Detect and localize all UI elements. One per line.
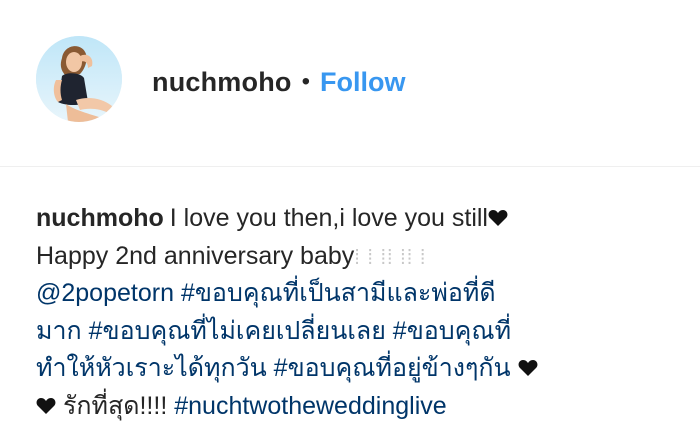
caption-text-1: I love you then,i love you still [169,204,488,232]
mention-link[interactable]: @2popetorn [36,279,174,307]
follow-button[interactable]: Follow [320,67,405,98]
heart-icon [488,210,508,226]
separator-dot: • [301,68,310,95]
caption-username[interactable]: nuchmoho [36,204,164,232]
caption-line-5: ทำให้หัวเราะได้ทุกวัน #ขอบคุณที่อยู่ข้าง… [36,350,676,388]
hashtag-link[interactable]: #ขอบคุณที่เป็นสามีและพ่อที่ดี [181,279,496,307]
hashtag-link[interactable]: #nuchtwotheweddinglive [174,392,446,420]
caption-line-6: รักที่สุด!!!! #nuchtwotheweddinglive [36,388,676,426]
heart-icon [518,360,538,376]
hashtag-link-continued[interactable]: ทำให้หัวเราะได้ทุกวัน [36,354,267,382]
caption-line-4: มาก #ขอบคุณที่ไม่เคยเปลี่ยนเลย #ขอบคุณที… [36,313,676,351]
instagram-post: nuchmoho • Follow nuchmoho I love you the… [0,0,700,442]
hashtag-link[interactable]: #ขอบคุณที่ไม่เคยเปลี่ยนเลย [89,317,386,345]
heart-icon [36,397,56,414]
header-user-row: nuchmoho • Follow [152,62,405,102]
hashtag-link-continued[interactable]: มาก [36,317,82,345]
caption-line-2: Happy 2nd anniversary baby⁞ ⁞ ⁞⁞ ⁞⁞ ⁞ [36,238,676,276]
hashtag-link[interactable]: #ขอบคุณที่อยู่ข้างๆกัน [274,354,511,382]
caption-text-6: รักที่สุด!!!! [62,391,168,420]
post-caption: nuchmoho I love you then,i love you still… [36,200,676,425]
hashtag-link[interactable]: #ขอบคุณที่ [393,317,511,345]
profile-photo [36,36,122,122]
divider [0,166,700,167]
header-username[interactable]: nuchmoho [152,67,292,98]
caption-line-3: @2popetorn #ขอบคุณที่เป็นสามีและพ่อที่ดี [36,275,676,313]
unrendered-glyphs: ⁞ ⁞ ⁞⁞ ⁞⁞ ⁞ [354,246,427,269]
caption-text-2: Happy 2nd anniversary baby [36,241,355,270]
post-header: nuchmoho • Follow [0,0,700,166]
caption-line-1: nuchmoho I love you then,i love you still [36,200,676,238]
avatar[interactable] [36,36,122,122]
